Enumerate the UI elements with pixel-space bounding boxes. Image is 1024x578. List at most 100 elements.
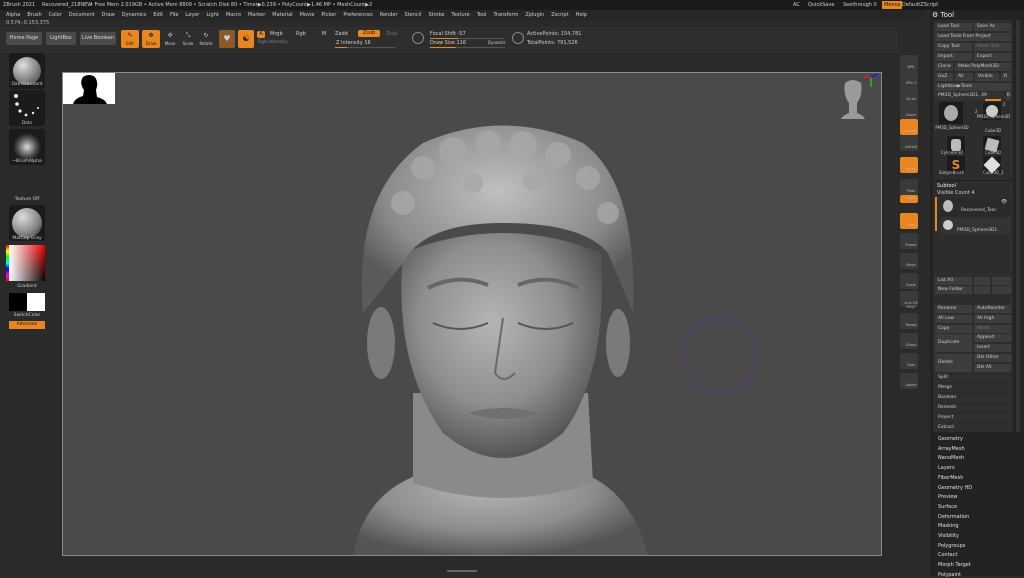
mrgb-button[interactable]: Mrgb <box>270 31 283 37</box>
draw-size-slider[interactable]: Draw Size 116 <box>430 40 466 46</box>
rgb-intensity-slider[interactable]: Rgb Intensity <box>258 40 288 45</box>
menu-document[interactable]: Document <box>69 10 95 20</box>
shelf-aahalf-button[interactable]: AAHalf <box>900 135 918 151</box>
subtool-scrollbar[interactable] <box>935 197 937 231</box>
mini-head-navigator-icon[interactable] <box>841 80 865 119</box>
shelf-local-button[interactable]: Local <box>900 195 918 203</box>
viewport-canvas[interactable] <box>62 72 882 556</box>
zsub-button[interactable]: Zsub <box>358 30 380 37</box>
subpalette-arraymesh[interactable]: ArrayMesh <box>938 446 965 452</box>
current-tool-r-button[interactable]: R <box>1006 92 1011 100</box>
split-menu[interactable]: Split <box>935 374 1011 382</box>
append-button[interactable]: Append <box>974 334 1011 342</box>
menu-dynamics[interactable]: Dynamics <box>122 10 147 20</box>
lightbox-tools-button[interactable]: Lightbox▶Tools <box>935 83 1011 91</box>
goz-r-button[interactable]: R <box>1001 73 1011 81</box>
secondary-color-swatch[interactable] <box>27 293 45 311</box>
lazy-circle-icon[interactable] <box>512 32 524 44</box>
subtool-header[interactable]: Subtool <box>937 183 956 189</box>
move-button[interactable]: ✣ Move <box>162 30 178 48</box>
boolean-menu[interactable]: Boolean <box>935 394 1011 402</box>
z-intensity-slider[interactable]: Z Intensity 16 <box>336 40 371 46</box>
rotate-button[interactable]: ↻ Rotate <box>198 30 214 48</box>
sculpt-brush-button[interactable]: ♥ <box>219 30 235 48</box>
subtool-item[interactable]: Recovered_Tool 👁 <box>941 198 1011 216</box>
zcut-button[interactable]: Zcut <box>386 31 397 37</box>
draw-button[interactable]: ✥ Draw <box>142 30 160 48</box>
menu-movie[interactable]: Movie <box>300 10 315 20</box>
subpalette-masking[interactable]: Masking <box>938 523 959 529</box>
shelf-gyro-button[interactable]: Gyro <box>900 213 918 229</box>
shelf-frame-button[interactable]: Frame <box>900 233 918 249</box>
seethrough-slider[interactable]: Seethrough 0 <box>843 0 877 10</box>
menu-brush[interactable]: Brush <box>27 10 41 20</box>
menus-button[interactable]: Menus <box>882 1 903 9</box>
dynamic-toggle[interactable]: Dynamic <box>488 40 506 45</box>
paste-subtool-button[interactable]: Paste <box>974 325 1011 333</box>
subpalette-surface[interactable]: Surface <box>938 504 957 510</box>
hue-strip[interactable] <box>6 245 9 281</box>
menu-alpha[interactable]: Alpha <box>6 10 20 20</box>
menu-layer[interactable]: Layer <box>185 10 199 20</box>
menu-tool[interactable]: Tool <box>477 10 487 20</box>
shelf-xpose-button[interactable]: Xpose <box>900 373 918 389</box>
shelf-transp-button[interactable]: Transp <box>900 313 918 329</box>
bottom-scroll-handle[interactable] <box>62 570 882 572</box>
subpalette-fibermesh[interactable]: FiberMesh <box>938 475 963 481</box>
subpalette-nanomesh[interactable]: NanoMesh <box>938 455 964 461</box>
symmetry-circle-icon[interactable] <box>412 32 424 44</box>
move-down-icon[interactable] <box>992 286 1011 294</box>
tool-palette-scrollbar[interactable] <box>1016 20 1020 432</box>
menu-stroke[interactable]: Stroke <box>428 10 444 20</box>
goz-all-button[interactable]: All <box>955 73 973 81</box>
copy-tool-button[interactable]: Copy Tool <box>935 43 972 51</box>
alternate-button[interactable]: Alternate <box>9 321 45 329</box>
shelf-actual-button[interactable]: Actual <box>900 119 918 135</box>
subpalette-deformation[interactable]: Deformation <box>938 514 969 520</box>
new-folder-button[interactable]: New Folder <box>935 286 972 294</box>
load-tool-button[interactable]: Load Tool <box>935 23 972 31</box>
menu-draw[interactable]: Draw <box>102 10 115 20</box>
subpalette-visibility[interactable]: Visibility <box>938 533 959 539</box>
menu-macro[interactable]: Macro <box>226 10 241 20</box>
menu-render[interactable]: Render <box>380 10 398 20</box>
del-all-button[interactable]: Del All <box>974 364 1011 372</box>
visible-count-slider[interactable]: Visible Count 4 <box>937 190 975 196</box>
remesh-menu[interactable]: Remesh <box>935 404 1011 412</box>
menu-light[interactable]: Light <box>206 10 218 20</box>
make-polymesh3d-button[interactable]: Make PolyMesh3D <box>955 63 1011 71</box>
menu-transform[interactable]: Transform <box>493 10 518 20</box>
list-all-button[interactable]: List All <box>935 277 972 285</box>
quicksave-button[interactable]: QuickSave <box>808 0 834 10</box>
arrow-up-icon[interactable] <box>974 277 990 285</box>
subpalette-geometry[interactable]: Geometry <box>938 436 963 442</box>
menu-texture[interactable]: Texture <box>451 10 469 20</box>
menu-material[interactable]: Material <box>272 10 292 20</box>
menu-zplugin[interactable]: Zplugin <box>525 10 544 20</box>
goz-visible-button[interactable]: Visible <box>975 73 999 81</box>
color-picker[interactable] <box>6 245 45 281</box>
shelf-zoom-button[interactable]: Zoom <box>900 103 918 119</box>
clone-button[interactable]: Clone <box>935 63 953 71</box>
subpalette-polypaint[interactable]: Polypaint <box>938 572 961 578</box>
shelf-persp-button[interactable]: Persp <box>900 157 918 173</box>
project-menu[interactable]: Project <box>935 414 1011 422</box>
subpalette-geometry-hd[interactable]: Geometry HD <box>938 485 972 491</box>
tool-thumb-head[interactable] <box>939 102 963 124</box>
extract-menu[interactable]: Extract <box>935 424 1011 432</box>
symmetry-brush-button[interactable]: ☯ <box>238 30 254 48</box>
all-low-button[interactable]: All Low <box>935 315 972 323</box>
shelf-solo-button[interactable]: Solo <box>900 353 918 369</box>
menu-preferences[interactable]: Preferences <box>343 10 372 20</box>
primary-color-swatch[interactable] <box>9 293 27 311</box>
menu-picker[interactable]: Picker <box>321 10 336 20</box>
shelf-scroll-button[interactable]: Scroll <box>900 87 918 103</box>
shelf-ghost-button[interactable]: Ghost <box>900 333 918 349</box>
ac-button[interactable]: AC <box>793 0 800 10</box>
del-other-button[interactable]: Del Other <box>974 354 1011 362</box>
subpalette-contact[interactable]: Contact <box>938 552 957 558</box>
lightbox-button[interactable]: LightBox <box>46 32 76 45</box>
subpalette-morph-target[interactable]: Morph Target <box>938 562 971 568</box>
import-button[interactable]: Import <box>935 53 972 61</box>
all-high-button[interactable]: All High <box>974 315 1011 323</box>
